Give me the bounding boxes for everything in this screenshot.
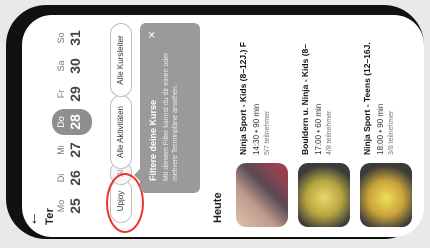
close-icon[interactable]: ×	[144, 31, 159, 39]
day-sa[interactable]: Sa 30	[52, 53, 92, 79]
tooltip-text: Mit diesem Filter kannst du dir einen od…	[163, 52, 179, 181]
course-thumbnail	[236, 163, 288, 227]
filter-tooltip: Filtere deine Kurse × Mit diesem Filter …	[140, 23, 200, 193]
day-date: 27	[67, 142, 83, 158]
day-name: So	[56, 32, 66, 44]
day-date: 31	[67, 30, 83, 46]
course-time: 18:00 • 90 min	[376, 103, 385, 155]
day-name: Fr	[56, 89, 66, 99]
day-name: Mi	[56, 145, 66, 155]
tooltip-title: Filtere deine Kurse	[148, 99, 158, 181]
course-thumbnail	[360, 163, 412, 227]
course-participants: 3/8 teilnehmer	[388, 110, 395, 155]
course-item[interactable]: Bouldern u. Ninja - Kids (8– 17:00 • 60 …	[298, 15, 358, 227]
course-title: Ninja Sport - Teens (12–16J.	[362, 42, 372, 155]
phone-frame: ← Ter Mo 25 Di 26 Mi 27 Do 28 Fr 29 Sa 30 So 31…	[6, 5, 424, 239]
day-mo[interactable]: Mo 25	[52, 193, 92, 219]
course-item[interactable]: Ninja Sport - Kids (8–12J.) F 14:30 • 90…	[236, 15, 296, 227]
day-do-selected[interactable]: Do 28	[52, 109, 92, 135]
phone-screen: ← Ter Mo 25 Di 26 Mi 27 Do 28 Fr 29 Sa 30 So 31…	[22, 15, 424, 237]
day-date: 28	[67, 114, 83, 130]
day-name: Mo	[56, 199, 66, 213]
course-thumbnail	[298, 163, 350, 227]
highlight-circle	[106, 173, 144, 233]
day-mi[interactable]: Mi 27	[52, 137, 92, 163]
day-name: Sa	[56, 60, 66, 72]
header: ← Ter Mo 25 Di 26 Mi 27 Do 28 Fr 29 Sa 30 So 31	[22, 15, 102, 237]
week-selector: Mo 25 Di 26 Mi 27 Do 28 Fr 29 Sa 30 So 31	[52, 19, 96, 219]
instructors-filter[interactable]: Alle Kursleiter	[110, 23, 132, 97]
day-name: Do	[56, 116, 66, 128]
section-title-today: Heute	[212, 192, 224, 223]
course-time: 17:00 • 60 min	[314, 103, 323, 155]
day-date: 30	[67, 58, 83, 74]
schedule-app: ← Ter Mo 25 Di 26 Mi 27 Do 28 Fr 29 Sa 30 So 31…	[22, 15, 424, 237]
day-date: 26	[67, 170, 83, 186]
day-date: 25	[67, 198, 83, 214]
day-di[interactable]: Di 26	[52, 165, 92, 191]
back-arrow-icon[interactable]: ←	[24, 211, 42, 227]
course-time: 14:30 • 90 min	[252, 103, 261, 155]
day-so[interactable]: So 31	[52, 25, 92, 51]
course-title: Ninja Sport - Kids (8–12J.) F	[238, 42, 248, 155]
day-name: Di	[56, 173, 66, 183]
course-item[interactable]: Ninja Sport - Teens (12–16J. 18:00 • 90 …	[360, 15, 420, 227]
course-participants: 5/7 teilnehmer	[264, 110, 271, 155]
course-participants: 4/8 teilnehmer	[326, 110, 333, 155]
activities-filter[interactable]: Alle Aktivitäten	[110, 95, 132, 169]
day-fr[interactable]: Fr 29	[52, 81, 92, 107]
course-title: Bouldern u. Ninja - Kids (8–	[300, 44, 310, 155]
day-date: 29	[67, 86, 83, 102]
